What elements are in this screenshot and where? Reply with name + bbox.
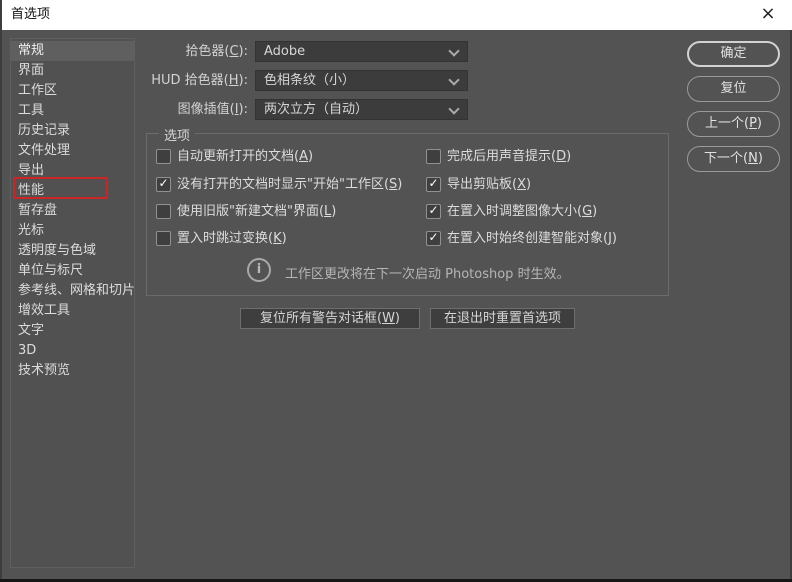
checkbox-label: 置入时跳过变换(K) — [177, 231, 287, 246]
checkbox[interactable]: ✓ — [426, 176, 441, 192]
sidebar-item-export[interactable]: 导出 — [11, 161, 134, 181]
reset-all-warning-dialogs-button[interactable]: 复位所有警告对话框(W) — [240, 308, 420, 329]
checkbox-label: 完成后用声音提示(D) — [447, 149, 572, 164]
sidebar-item-plugins[interactable]: 增效工具 — [11, 301, 134, 321]
checkbox[interactable]: ✓ — [426, 149, 441, 164]
image-interpolation-select[interactable]: 两次立方（自动） — [255, 99, 468, 120]
reset-button[interactable]: 复位 — [687, 76, 780, 102]
chevron-down-icon — [448, 45, 460, 57]
ok-button[interactable]: 确定 — [687, 41, 780, 67]
image-interpolation-value: 两次立方（自动） — [264, 102, 369, 117]
checkbox-label: 在置入时调整图像大小(G) — [447, 204, 598, 219]
image-interpolation-label: 图像插值(I): — [177, 102, 248, 117]
window-edge-left — [0, 0, 2, 582]
sidebar-item-performance[interactable]: 性能 — [11, 181, 134, 201]
close-icon[interactable]: × — [756, 0, 780, 30]
info-icon: i — [247, 258, 271, 282]
checkbox[interactable]: ✓ — [426, 203, 441, 219]
hud-color-picker-value: 色相条纹（小） — [264, 73, 356, 88]
sidebar-item-type[interactable]: 文字 — [11, 321, 134, 341]
check-icon: ✓ — [428, 176, 439, 190]
options-group-legend: 选项 — [159, 125, 196, 144]
checkbox-label: 导出剪贴板(X) — [447, 177, 532, 192]
checkbox[interactable]: ✓ — [156, 149, 171, 164]
checkbox[interactable]: ✓ — [426, 230, 441, 246]
next-button[interactable]: 下一个(N) — [687, 146, 780, 172]
checkbox-label: 使用旧版"新建文档"界面(L) — [177, 204, 337, 219]
sidebar-item-scratch-disks[interactable]: 暂存盘 — [11, 201, 134, 221]
check-icon: ✓ — [428, 230, 439, 244]
chevron-down-icon — [448, 103, 460, 115]
color-picker-value: Adobe — [264, 44, 306, 59]
checkbox-label: 自动更新打开的文档(A) — [177, 149, 314, 164]
check-icon: ✓ — [428, 203, 439, 217]
sidebar-item-3d[interactable]: 3D — [11, 341, 134, 361]
title-bar: 首选项 × — [0, 0, 792, 30]
sidebar-item-cursors[interactable]: 光标 — [11, 221, 134, 241]
workspace-restart-note: 工作区更改将在下一次启动 Photoshop 时生效。 — [285, 267, 570, 282]
sidebar-item-technology-previews[interactable]: 技术预览 — [11, 361, 134, 381]
reset-preferences-on-quit-button[interactable]: 在退出时重置首选项 — [430, 308, 575, 329]
dialog-body: 常规 界面 工作区 工具 历史记录 文件处理 导出 性能 暂存盘 光标 透明度与… — [0, 30, 792, 582]
options-group: 选项 ✓ 自动更新打开的文档(A) ✓ 没有打开的文档时显示"开始"工作区(S)… — [146, 125, 669, 296]
sidebar-item-units-rulers[interactable]: 单位与标尺 — [11, 261, 134, 281]
sidebar-item-guides-grid-slices[interactable]: 参考线、网格和切片 — [11, 281, 135, 301]
checkbox[interactable]: ✓ — [156, 176, 171, 192]
checkbox-label: 没有打开的文档时显示"开始"工作区(S) — [177, 177, 403, 192]
check-icon: ✓ — [158, 176, 169, 190]
color-picker-select[interactable]: Adobe — [255, 41, 468, 62]
checkbox-label: 在置入时始终创建智能对象(J) — [447, 231, 617, 246]
sidebar-item-history-log[interactable]: 历史记录 — [11, 121, 134, 141]
checkbox[interactable]: ✓ — [156, 231, 171, 246]
dialog-title: 首选项 — [11, 7, 51, 22]
sidebar-item-file-handling[interactable]: 文件处理 — [11, 141, 134, 161]
chevron-down-icon — [448, 74, 460, 86]
prev-button[interactable]: 上一个(P) — [687, 111, 780, 137]
hud-color-picker-label: HUD 拾色器(H): — [151, 73, 248, 88]
sidebar-item-transparency-gamut[interactable]: 透明度与色域 — [11, 241, 134, 261]
color-picker-label: 拾色器(C): — [185, 44, 248, 59]
hud-color-picker-select[interactable]: 色相条纹（小） — [255, 70, 468, 91]
checkbox[interactable]: ✓ — [156, 204, 171, 219]
